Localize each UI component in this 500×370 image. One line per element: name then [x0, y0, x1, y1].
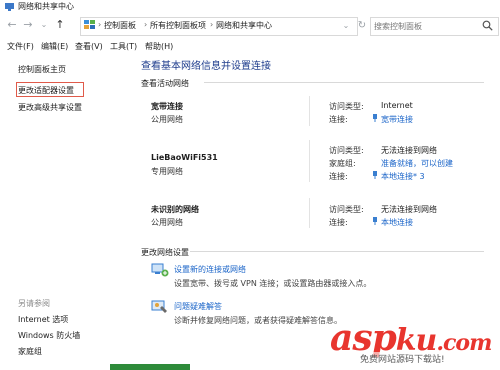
window-title: 网络和共享中心	[18, 2, 74, 11]
active-networks-label: 查看活动网络	[141, 79, 189, 88]
green-strip	[110, 364, 190, 370]
access-type-value: 无法连接到网络	[381, 205, 437, 214]
control-panel-icon	[84, 20, 95, 29]
homegroup-label: 家庭组:	[329, 159, 356, 168]
connection-icon	[373, 171, 377, 179]
access-type-label: 访问类型:	[329, 205, 364, 214]
network-type: 公用网络	[151, 115, 183, 124]
address-dropdown-icon[interactable]: ⌄	[340, 20, 352, 32]
recent-dropdown-icon[interactable]: ⌄	[38, 19, 50, 31]
crumb-network-center[interactable]: 网络和共享中心	[216, 20, 272, 31]
divider	[204, 82, 484, 83]
see-also-label: 另请参阅	[18, 299, 50, 308]
link-windows-firewall[interactable]: Windows 防火墙	[18, 330, 80, 341]
crumb-control-panel[interactable]: 控制面板	[104, 20, 136, 31]
link-advanced-sharing[interactable]: 更改高级共享设置	[18, 102, 82, 113]
connection-label: 连接:	[329, 115, 348, 124]
crumb-separator: ›	[144, 20, 148, 29]
menu-file[interactable]: 文件(F)	[7, 41, 34, 52]
connection-icon	[373, 114, 377, 122]
new-connection-icon	[151, 263, 169, 277]
refresh-icon[interactable]: ↻	[356, 20, 368, 32]
page-title: 查看基本网络信息并设置连接	[141, 61, 271, 72]
watermark-caption: 免费网站源码下载站!	[360, 352, 445, 365]
troubleshoot-desc: 诊断并修复网络问题，或者获得疑难解答信息。	[174, 316, 342, 325]
separator	[309, 96, 310, 126]
setup-new-connection-link[interactable]: 设置新的连接或网络	[174, 264, 246, 275]
connection-link[interactable]: 本地连接* 3	[381, 171, 425, 182]
troubleshoot-icon	[151, 300, 167, 313]
change-settings-label: 更改网络设置	[141, 248, 189, 257]
connection-link[interactable]: 宽带连接	[381, 114, 413, 125]
setup-new-connection-desc: 设置宽带、拨号或 VPN 连接；或设置路由器或接入点。	[174, 279, 372, 288]
back-button[interactable]: ←	[6, 19, 18, 31]
network-name: 未识别的网络	[151, 205, 199, 214]
menu-help[interactable]: 帮助(H)	[145, 41, 173, 52]
link-control-panel-home[interactable]: 控制面板主页	[18, 64, 66, 75]
connection-label: 连接:	[329, 172, 348, 181]
separator	[309, 198, 310, 228]
crumb-all-items[interactable]: 所有控制面板项	[150, 20, 206, 31]
link-homegroup[interactable]: 家庭组	[18, 346, 42, 357]
access-type-value: 无法连接到网络	[381, 146, 437, 155]
network-name: 宽带连接	[151, 102, 183, 111]
access-type-label: 访问类型:	[329, 102, 364, 111]
link-internet-options[interactable]: Internet 选项	[18, 314, 68, 325]
search-placeholder: 搜索控制面板	[374, 22, 422, 31]
divider	[190, 251, 484, 252]
troubleshoot-link[interactable]: 问题疑难解答	[174, 301, 222, 312]
network-name: LieBaoWiFi531	[151, 153, 218, 162]
forward-button[interactable]: →	[22, 19, 34, 31]
separator	[309, 140, 310, 182]
network-type: 公用网络	[151, 218, 183, 227]
menu-tools[interactable]: 工具(T)	[110, 41, 137, 52]
access-type-value: Internet	[381, 101, 413, 110]
menu-view[interactable]: 查看(V)	[75, 41, 103, 52]
link-change-adapter-settings[interactable]: 更改适配器设置	[18, 85, 74, 96]
menu-edit[interactable]: 编辑(E)	[41, 41, 68, 52]
connection-link[interactable]: 本地连接	[381, 217, 413, 228]
connection-icon	[373, 217, 377, 225]
homegroup-link[interactable]: 准备就绪，可以创建	[381, 158, 453, 169]
search-icon[interactable]	[482, 20, 493, 31]
title-bar	[0, 0, 500, 13]
connection-label: 连接:	[329, 218, 348, 227]
access-type-label: 访问类型:	[329, 146, 364, 155]
up-button[interactable]: ↑	[54, 19, 66, 31]
network-center-icon	[5, 3, 14, 11]
crumb-separator: ›	[98, 20, 102, 29]
network-type: 专用网络	[151, 167, 183, 176]
crumb-separator: ›	[210, 20, 214, 29]
